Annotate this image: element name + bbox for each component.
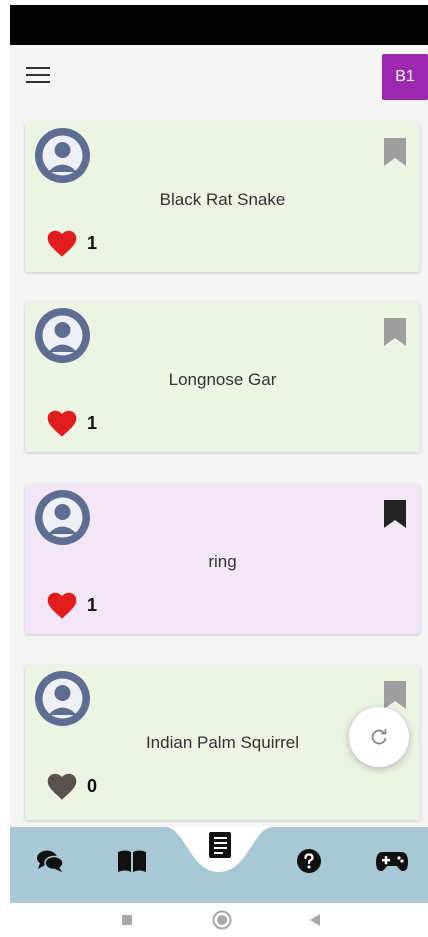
book-icon <box>118 850 146 872</box>
post-card[interactable]: Black Rat Snake 1 <box>25 122 420 272</box>
card-title: Black Rat Snake <box>159 190 286 209</box>
nav-book[interactable] <box>114 843 150 879</box>
post-card[interactable]: Longnose Gar 1 <box>25 302 420 452</box>
card-title: Longnose Gar <box>168 370 277 389</box>
bookmark-icon[interactable] <box>384 318 406 346</box>
recent-apps-icon[interactable] <box>121 914 133 926</box>
bookmark-icon[interactable] <box>384 681 406 709</box>
chat-icon <box>37 850 64 872</box>
like-count: 1 <box>87 412 98 433</box>
like-count: 1 <box>87 594 98 615</box>
status-bar <box>10 5 428 45</box>
notebook-icon <box>209 832 231 858</box>
post-card[interactable]: ring 1 <box>25 484 420 634</box>
nav-notebook[interactable] <box>202 827 238 863</box>
bottom-navigation <box>10 827 428 903</box>
back-icon[interactable] <box>309 913 321 927</box>
likes: 1 <box>45 408 97 438</box>
system-navigation-bar <box>10 903 428 937</box>
nav-games[interactable] <box>374 843 410 879</box>
avatar-icon <box>35 490 90 545</box>
like-count: 0 <box>87 775 98 796</box>
bookmark-icon[interactable] <box>384 500 406 528</box>
home-icon[interactable] <box>212 910 232 930</box>
heart-icon[interactable] <box>45 590 79 620</box>
avatar-icon <box>35 128 90 183</box>
avatar-icon <box>35 308 90 363</box>
refresh-icon <box>371 729 387 745</box>
like-count: 1 <box>87 232 98 253</box>
heart-icon[interactable] <box>45 228 79 258</box>
user-badge-button[interactable]: B1 <box>382 54 428 100</box>
gamepad-icon <box>376 852 408 871</box>
nav-chat[interactable] <box>32 843 68 879</box>
help-icon <box>297 849 321 873</box>
refresh-button[interactable] <box>349 707 409 767</box>
heart-icon[interactable] <box>45 408 79 438</box>
avatar-icon <box>35 671 90 726</box>
nav-help[interactable] <box>291 843 327 879</box>
bookmark-icon[interactable] <box>384 138 406 166</box>
heart-icon[interactable] <box>45 771 79 801</box>
likes: 1 <box>45 590 97 620</box>
hamburger-menu-icon[interactable] <box>26 67 50 85</box>
likes: 1 <box>45 228 97 258</box>
card-title: ring <box>208 552 237 571</box>
likes: 0 <box>45 771 97 801</box>
